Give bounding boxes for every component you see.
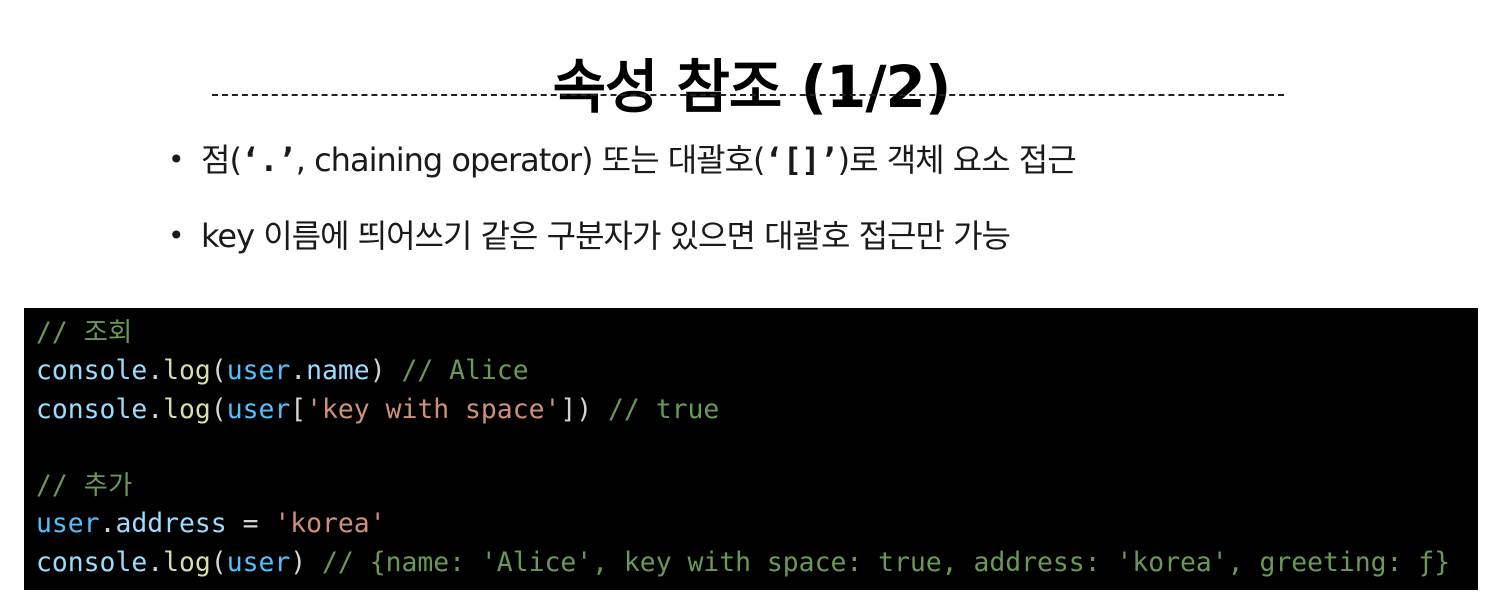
- code-line-4-blank: [36, 429, 1478, 467]
- code-comment: // {name: 'Alice', key with space: true,…: [306, 546, 1451, 578]
- code-punct: .: [147, 393, 164, 425]
- code-comment: // 조회: [36, 317, 133, 348]
- code-punct: ): [290, 546, 307, 578]
- code-punct: (: [210, 355, 227, 387]
- code-object: console: [36, 546, 148, 578]
- code-punct: .: [99, 508, 116, 540]
- code-punct: .: [147, 546, 164, 578]
- code-function: log: [163, 393, 211, 425]
- code-block: // 조회 console.log(user.name) // Alice co…: [24, 308, 1478, 590]
- bracket-operator-symbol: ‘[]’: [764, 141, 839, 179]
- code-punct: ): [576, 393, 593, 425]
- bullet-text-suffix: )로 객체 요소 접근: [837, 141, 1077, 179]
- code-line-5: // 추가: [36, 467, 1478, 505]
- bullet-dot-icon: •: [168, 143, 184, 176]
- title-divider: [212, 94, 1284, 96]
- code-comment: // 추가: [36, 470, 133, 502]
- code-line-7: console.log(user) // {name: 'Alice', key…: [36, 544, 1478, 582]
- code-function: log: [163, 546, 211, 578]
- code-punct: (: [210, 393, 227, 425]
- code-variable: user: [36, 508, 100, 540]
- code-property: address: [115, 508, 227, 540]
- bullet-text-middle: , chaining operator) 또는 대괄호(: [295, 141, 766, 179]
- code-punct: (: [210, 546, 227, 578]
- code-punct: .: [147, 355, 164, 387]
- code-comment: // Alice: [385, 355, 529, 387]
- dot-operator-symbol: ‘.’: [240, 141, 297, 179]
- code-variable: user: [226, 546, 291, 578]
- bullet-dot-icon: •: [168, 219, 184, 252]
- slide-title: 속성 참조 (1/2): [552, 52, 952, 121]
- bullet-item-dot-bracket-access: • 점(‘.’, chaining operator) 또는 대괄호(‘[]’)…: [168, 136, 1077, 184]
- code-object: console: [36, 355, 148, 387]
- code-punct: ]: [560, 393, 577, 425]
- bullet-text: key 이름에 띄어쓰기 같은 구분자가 있으면 대괄호 접근만 가능: [201, 217, 1011, 255]
- code-line-6: user.address = 'korea': [36, 505, 1478, 543]
- code-string: 'korea': [274, 508, 386, 540]
- code-punct: .: [290, 355, 307, 387]
- code-variable: user: [226, 355, 291, 387]
- code-property: name: [306, 355, 370, 387]
- bullet-list: • 점(‘.’, chaining operator) 또는 대괄호(‘[]’)…: [168, 136, 1077, 260]
- code-punct: [: [290, 393, 307, 425]
- code-punct: ): [369, 355, 386, 387]
- code-line-3: console.log(user['key with space']) // t…: [36, 391, 1478, 429]
- code-variable: user: [226, 393, 291, 425]
- code-line-1: // 조회: [36, 314, 1478, 352]
- bullet-item-key-with-space: • key 이름에 띄어쓰기 같은 구분자가 있으면 대괄호 접근만 가능: [168, 212, 1076, 260]
- bullet-text-prefix: 점(: [201, 141, 242, 179]
- code-line-2: console.log(user.name) // Alice: [36, 352, 1478, 390]
- code-object: console: [36, 393, 148, 425]
- code-function: log: [163, 355, 211, 387]
- code-operator: =: [226, 508, 275, 540]
- code-comment: // true: [592, 393, 720, 425]
- code-string: 'key with space': [306, 393, 561, 425]
